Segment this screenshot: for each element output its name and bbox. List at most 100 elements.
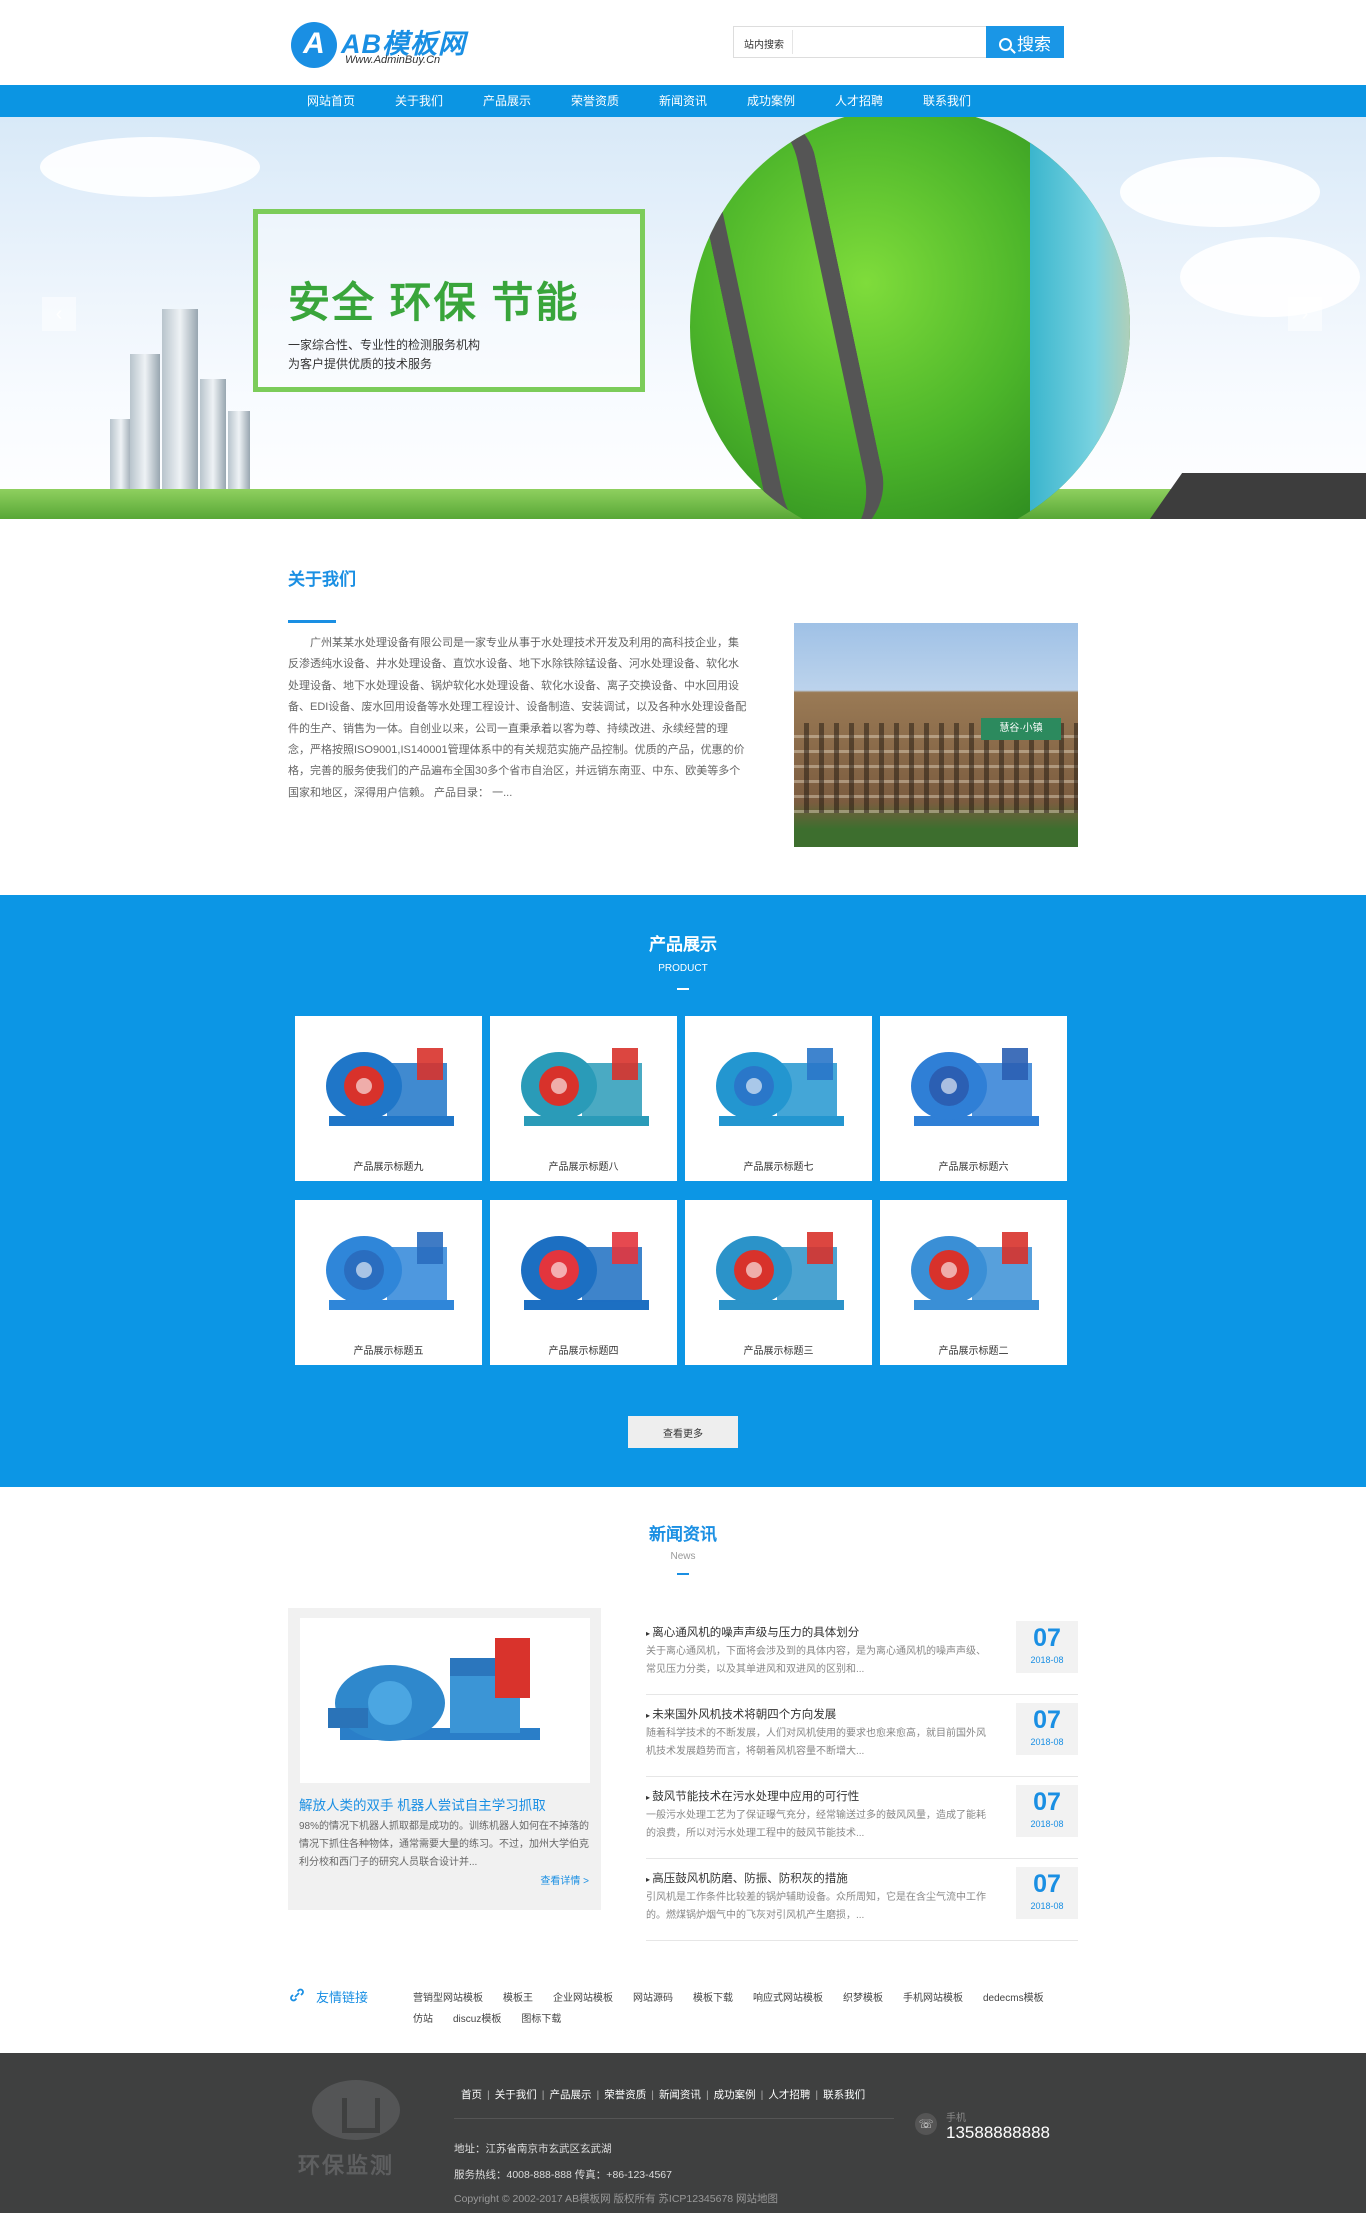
product-card[interactable]: 产品展示标题四 [490,1200,677,1365]
footer-nav-item[interactable]: 首页 [461,2089,482,2101]
news-date: 07 2018-08 [1016,1703,1078,1755]
footer-phone: 13588888888 [946,2123,1051,2142]
company-photo: 慧谷·小镇 [794,623,1078,847]
friend-link[interactable]: 营销型网站模板 [413,1988,483,2009]
friend-link[interactable]: 模板王 [503,1988,533,2009]
footer-address: 地址：江苏省南京市玄武区玄武湖 [454,2143,612,2155]
friend-link[interactable]: 企业网站模板 [553,1988,613,2009]
nav-news[interactable]: 新闻资讯 [639,85,727,117]
fan-image [521,1048,649,1126]
news-item[interactable]: 离心通风机的噪声声级与压力的具体划分 关于离心通风机，下面将会涉及到的具体内容，… [646,1613,1078,1695]
nav-contact[interactable]: 联系我们 [903,85,991,117]
friend-link[interactable]: 图标下载 [521,2009,561,2030]
building-image [130,354,160,499]
friend-link[interactable]: 模板下载 [693,1988,733,2009]
product-card[interactable]: 产品展示标题八 [490,1016,677,1181]
friend-link[interactable]: 手机网站模板 [903,1988,963,2009]
product-label: 产品展示标题五 [353,1346,424,1357]
news-item-title[interactable]: 未来国外风机技术将朝四个方向发展 [646,1706,836,1722]
friend-link[interactable]: 仿站 [413,2009,433,2030]
featured-news-image [300,1618,590,1783]
more-products-button[interactable]: 查看更多 [628,1416,738,1448]
search-input[interactable] [792,30,987,54]
friend-link[interactable]: discuz模板 [453,2009,501,2030]
search-button[interactable]: 搜索 [986,26,1064,58]
news-item-title[interactable]: 离心通风机的噪声声级与压力的具体划分 [646,1624,859,1640]
site-logo[interactable]: A AB模板网 Www.AdminBuy.Cn [291,22,481,68]
logo-url: Www.AdminBuy.Cn [345,54,441,66]
nav-home[interactable]: 网站首页 [287,85,375,117]
globe-image [690,117,1130,519]
blower-image [328,1638,540,1741]
footer-nav-item[interactable]: 联系我们 [823,2089,865,2101]
cloud-shape [1180,237,1360,317]
footer-nav-item[interactable]: 成功案例 [714,2089,756,2101]
friend-link[interactable]: 网站源码 [633,1988,673,2009]
news-day: 07 [1033,1870,1061,1898]
product-label: 产品展示标题九 [353,1162,424,1173]
news-item-title[interactable]: 鼓风节能技术在污水处理中应用的可行性 [646,1788,859,1804]
featured-news-text: 98%的情况下机器人抓取都是成功的。训练机器人如何在不掉落的情况下抓住各种物体，… [299,1821,590,1868]
product-card[interactable]: 产品展示标题六 [880,1016,1067,1181]
news-date: 07 2018-08 [1016,1867,1078,1919]
news-item[interactable]: 高压鼓风机防磨、防振、防积灰的措施 引风机是工作条件比较差的锅炉辅助设备。众所周… [646,1859,1078,1941]
footer-hotline: 服务热线：4008-888-888 传真：+86-123-4567 [454,2169,672,2181]
footer-nav-item[interactable]: 荣誉资质 [604,2089,646,2101]
phone-icon: ☏ [915,2113,937,2135]
nav-jobs[interactable]: 人才招聘 [815,85,903,117]
footer-phone-label: 手机 [946,2113,966,2124]
news-item[interactable]: 鼓风节能技术在污水处理中应用的可行性 一般污水处理工艺为了保证曝气充分，经常输送… [646,1777,1078,1859]
news-subtitle: News [670,1551,696,1562]
friend-link[interactable]: dedecms模板 [983,1988,1044,2009]
product-label: 产品展示标题三 [743,1346,814,1357]
news-item[interactable]: 未来国外风机技术将朝四个方向发展 随着科学技术的不断发展，人们对风机使用的要求也… [646,1695,1078,1777]
building-image [200,379,226,499]
logo-mark-icon: A [291,22,337,68]
nav-about[interactable]: 关于我们 [375,85,463,117]
banner-prev-button[interactable]: ‹ [42,297,76,331]
featured-news-title[interactable]: 解放人类的双手 机器人尝试自主学习抓取 [299,1794,546,1814]
products-section: 产品展示 PRODUCT 产品展示标题九 产品展示标题八 产品展示标题七 产品展… [0,895,1366,1487]
fan-image [521,1232,649,1310]
product-card[interactable]: 产品展示标题三 [685,1200,872,1365]
link-icon [289,1988,305,2002]
featured-news-more-link[interactable]: 查看详情 > [540,1872,589,1887]
news-year-month: 2018-08 [1030,1819,1064,1829]
product-card[interactable]: 产品展示标题二 [880,1200,1067,1365]
footer-copyright: Copyright © 2002-2017 AB模板网 版权所有 苏ICP123… [454,2193,779,2205]
banner-textbox: 安全 环保 节能 一家综合性、专业性的检测服务机构 为客户提供优质的技术服务 [253,209,645,392]
friend-links: 营销型网站模板 模板王 企业网站模板 网站源码 模板下载 响应式网站模板 织梦模板 手机网站模… [413,1988,1073,2030]
fan-image [716,1048,844,1126]
featured-news[interactable]: 解放人类的双手 机器人尝试自主学习抓取 98%的情况下机器人抓取都是成功的。训练… [288,1608,601,1910]
about-text: 广州某某水处理设备有限公司是一家专业从事于水处理技术开发及利用的高科技企业，集反… [288,637,747,799]
nav-products[interactable]: 产品展示 [463,85,551,117]
news-date: 07 2018-08 [1016,1785,1078,1837]
about-title: 关于我们 [288,570,356,589]
building-image [228,411,250,499]
product-card[interactable]: 产品展示标题五 [295,1200,482,1365]
footer-logo-icon [312,2080,400,2140]
nav-cases[interactable]: 成功案例 [727,85,815,117]
banner-line-2: 为客户提供优质的技术服务 [288,357,433,371]
news-item-title[interactable]: 高压鼓风机防磨、防振、防积灰的措施 [646,1870,848,1886]
cloud-shape [40,137,260,197]
banner-next-button[interactable]: › [1288,297,1322,331]
fan-image [716,1232,844,1310]
product-label: 产品展示标题六 [938,1162,1009,1173]
friend-link[interactable]: 织梦模板 [843,1988,883,2009]
nav-honors[interactable]: 荣誉资质 [551,85,639,117]
news-day: 07 [1033,1788,1061,1816]
footer-nav-item[interactable]: 新闻资讯 [659,2089,701,2101]
product-card[interactable]: 产品展示标题九 [295,1016,482,1181]
search-icon [999,37,1012,51]
footer-nav-item[interactable]: 人才招聘 [768,2089,810,2101]
product-card[interactable]: 产品展示标题七 [685,1016,872,1181]
news-item-desc: 随着科学技术的不断发展，人们对风机使用的要求也愈来愈高，就目前国外风机技术发展趋… [646,1728,986,1757]
footer-nav-item[interactable]: 关于我们 [495,2089,537,2101]
building-image [162,309,198,499]
footer-nav-item[interactable]: 产品展示 [549,2089,591,2101]
fan-image [326,1232,454,1310]
sea-shape [1030,117,1130,519]
news-day: 07 [1033,1706,1061,1734]
friend-link[interactable]: 响应式网站模板 [753,1988,823,2009]
